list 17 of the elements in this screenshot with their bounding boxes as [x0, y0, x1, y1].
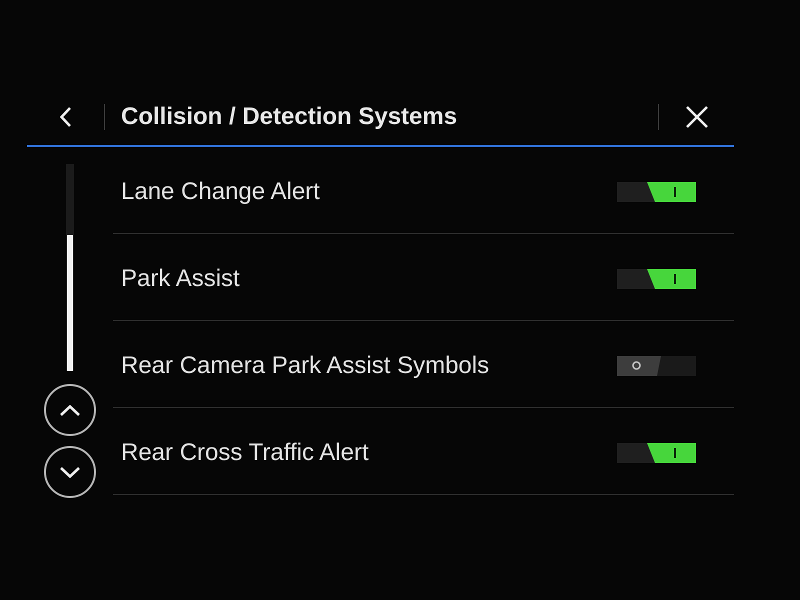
toggle-switch[interactable] — [617, 182, 696, 202]
toggle-switch[interactable] — [617, 443, 696, 463]
toggle-switch[interactable] — [617, 269, 696, 289]
chevron-up-icon — [60, 404, 80, 416]
circle-icon — [632, 361, 641, 370]
setting-label: Park Assist — [121, 265, 241, 293]
chevron-down-icon — [60, 466, 80, 478]
setting-label: Lane Change Alert — [121, 178, 321, 206]
close-icon — [686, 106, 708, 128]
chevron-left-icon — [60, 106, 71, 126]
scroll-up-button[interactable] — [44, 384, 96, 436]
toggle-switch[interactable] — [617, 356, 696, 376]
scrollbar-thumb[interactable] — [67, 235, 73, 371]
scroll-down-button[interactable] — [44, 446, 96, 498]
setting-label: Rear Camera Park Assist Symbols — [121, 352, 490, 380]
page-title: Collision / Detection Systems — [120, 102, 458, 130]
setting-label: Rear Cross Traffic Alert — [121, 439, 370, 467]
